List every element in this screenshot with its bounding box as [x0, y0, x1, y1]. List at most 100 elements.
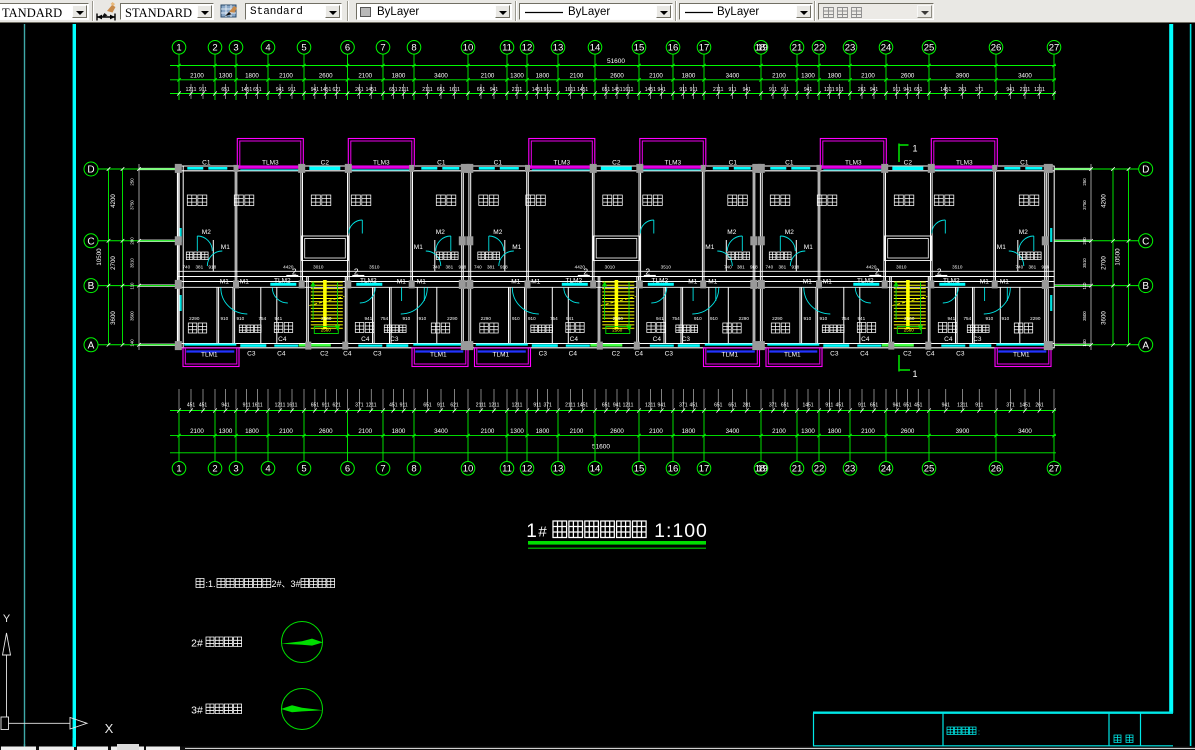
- svg-text:TLM2: TLM2: [857, 278, 874, 285]
- svg-text:910: 910: [236, 316, 244, 321]
- svg-text:M1: M1: [220, 279, 229, 286]
- svg-text:2100: 2100: [481, 73, 495, 80]
- svg-text:27: 27: [1049, 464, 1060, 475]
- svg-text:3400: 3400: [1018, 428, 1032, 435]
- svg-text:2600: 2600: [319, 73, 333, 80]
- svg-text:1211: 1211: [186, 87, 197, 93]
- svg-text:TLM1: TLM1: [1013, 352, 1030, 359]
- svg-text:2100: 2100: [861, 73, 875, 80]
- svg-text:3900: 3900: [956, 73, 970, 80]
- svg-text:941: 941: [274, 316, 282, 321]
- svg-text:10: 10: [463, 464, 474, 475]
- svg-text:15: 15: [634, 464, 645, 475]
- svg-text:381: 381: [195, 264, 203, 269]
- svg-text:C1: C1: [729, 160, 738, 167]
- svg-text:TLM1: TLM1: [492, 352, 509, 359]
- svg-text:M2: M2: [785, 229, 794, 236]
- svg-text:C2: C2: [612, 351, 621, 358]
- svg-text:3510: 3510: [130, 258, 135, 268]
- svg-text:1211: 1211: [623, 403, 634, 409]
- svg-text:1800: 1800: [682, 428, 696, 435]
- svg-text:1300: 1300: [801, 428, 815, 435]
- svg-text:2560: 2560: [904, 316, 915, 321]
- svg-text:C1: C1: [1020, 160, 1029, 167]
- svg-text:M1: M1: [997, 244, 1006, 251]
- svg-text:M1: M1: [221, 244, 230, 251]
- svg-text:140: 140: [130, 339, 135, 347]
- svg-text:3: 3: [233, 43, 238, 54]
- svg-text:1451: 1451: [802, 403, 813, 409]
- svg-text:2111: 2111: [713, 87, 724, 93]
- svg-text:911: 911: [690, 87, 698, 93]
- svg-text:910: 910: [803, 316, 811, 321]
- svg-text:911: 911: [781, 87, 789, 93]
- svg-text:13: 13: [553, 43, 564, 54]
- svg-text:1451: 1451: [611, 87, 622, 93]
- svg-text:3: 3: [233, 464, 238, 475]
- svg-text:1800: 1800: [536, 428, 550, 435]
- svg-text:941: 941: [804, 87, 813, 93]
- svg-text:3510: 3510: [369, 264, 380, 269]
- svg-text:910: 910: [1001, 316, 1009, 321]
- svg-text:1211: 1211: [824, 87, 835, 93]
- svg-text:M1: M1: [511, 279, 520, 286]
- svg-text:381: 381: [445, 264, 453, 269]
- svg-text:23: 23: [845, 43, 856, 54]
- svg-text:5: 5: [301, 464, 306, 475]
- svg-text:1: 1: [176, 43, 181, 54]
- svg-text:2290: 2290: [772, 316, 783, 321]
- svg-text:TLM2: TLM2: [943, 278, 960, 285]
- svg-text:651: 651: [221, 87, 230, 93]
- svg-text:C2: C2: [320, 351, 329, 358]
- svg-text:2100: 2100: [861, 428, 875, 435]
- svg-text:M1: M1: [823, 279, 832, 286]
- svg-text:918: 918: [500, 264, 508, 269]
- svg-text:754: 754: [841, 316, 849, 321]
- svg-text:451: 451: [187, 403, 196, 409]
- svg-text:651: 651: [728, 403, 737, 409]
- svg-text:7: 7: [380, 43, 385, 54]
- svg-text:M1: M1: [417, 279, 426, 286]
- svg-text:17: 17: [699, 43, 710, 54]
- svg-text:651: 651: [311, 403, 320, 409]
- svg-text:281: 281: [743, 403, 752, 409]
- svg-text:911: 911: [836, 87, 844, 93]
- svg-text:10500: 10500: [96, 248, 103, 266]
- svg-text:1451: 1451: [577, 403, 588, 409]
- svg-text:TLM3: TLM3: [845, 160, 862, 167]
- svg-text:941: 941: [903, 87, 912, 93]
- svg-text:1: 1: [912, 369, 917, 379]
- svg-text:2290: 2290: [189, 316, 200, 321]
- svg-text:250: 250: [130, 178, 135, 186]
- svg-text:TLM1: TLM1: [721, 352, 738, 359]
- svg-text:M1: M1: [414, 244, 423, 251]
- svg-text:1211: 1211: [1034, 87, 1045, 93]
- svg-text:X: X: [105, 721, 114, 736]
- svg-text:23: 23: [845, 464, 856, 475]
- svg-text:2560: 2560: [612, 328, 623, 333]
- svg-text:451: 451: [835, 403, 844, 409]
- svg-text:910: 910: [694, 316, 702, 321]
- svg-text:8: 8: [411, 43, 416, 54]
- svg-text:TLM3: TLM3: [373, 160, 390, 167]
- svg-text:3600: 3600: [110, 311, 117, 325]
- svg-text:14: 14: [590, 43, 601, 54]
- svg-text:TLM1: TLM1: [430, 352, 447, 359]
- svg-text:2111: 2111: [422, 87, 433, 93]
- svg-text:1: 1: [176, 464, 181, 475]
- svg-text:1300: 1300: [219, 428, 233, 435]
- svg-text:3400: 3400: [1018, 73, 1032, 80]
- svg-text:1611: 1611: [623, 87, 634, 93]
- svg-text:280: 280: [1082, 237, 1087, 245]
- svg-text:21: 21: [792, 464, 803, 475]
- svg-text:25: 25: [924, 43, 935, 54]
- svg-text:2100: 2100: [358, 73, 372, 80]
- svg-text:C3: C3: [956, 351, 965, 358]
- svg-text:911: 911: [243, 403, 251, 409]
- svg-text:941: 941: [947, 316, 955, 321]
- svg-text:371: 371: [1006, 403, 1015, 409]
- svg-text:C3: C3: [539, 351, 548, 358]
- svg-text:911: 911: [893, 87, 901, 93]
- svg-text:B: B: [88, 281, 95, 292]
- svg-text:C4: C4: [361, 336, 370, 343]
